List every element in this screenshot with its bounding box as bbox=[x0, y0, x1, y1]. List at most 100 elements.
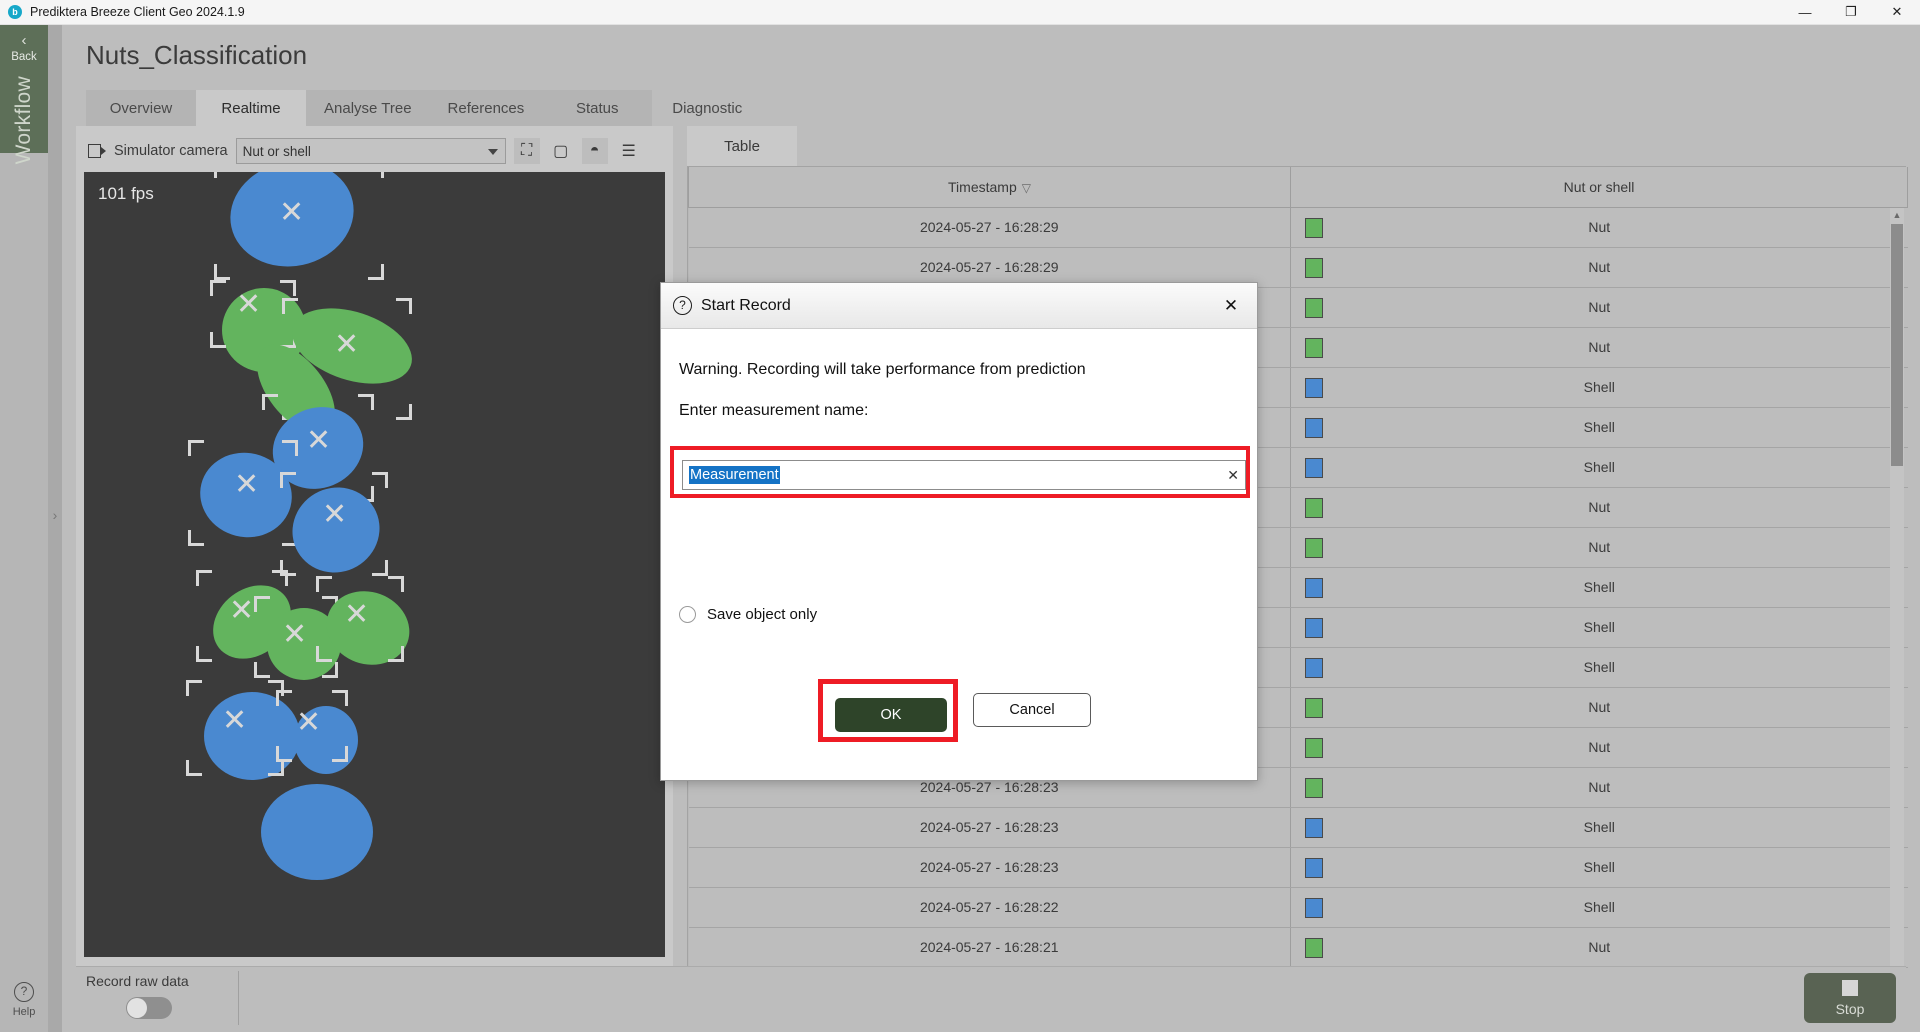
maximize-button[interactable]: ❐ bbox=[1828, 0, 1874, 25]
measurement-name-input[interactable]: Measurement ✕ bbox=[682, 460, 1246, 490]
table-row[interactable]: 2024-05-27 - 16:28:21Nut bbox=[689, 927, 1908, 967]
tab-references[interactable]: References bbox=[430, 90, 543, 126]
class-label: Nut bbox=[1588, 219, 1610, 235]
stop-square-icon bbox=[1842, 980, 1858, 996]
dialog-close-button[interactable]: ✕ bbox=[1217, 292, 1245, 320]
square-icon[interactable]: ▢ bbox=[548, 138, 574, 164]
table-row[interactable]: 2024-05-27 - 16:28:29 Nut bbox=[689, 207, 1908, 247]
cell-timestamp: 2024-05-27 - 16:28:29 bbox=[689, 247, 1291, 287]
tab-analyse-tree[interactable]: Analyse Tree bbox=[306, 90, 430, 126]
class-label: Nut bbox=[1588, 539, 1610, 555]
results-tabs: Table bbox=[687, 126, 797, 166]
stop-button-label: Stop bbox=[1836, 1001, 1865, 1017]
droplet-icon[interactable]: ◓ bbox=[582, 138, 608, 164]
table-row[interactable]: 2024-05-27 - 16:28:29Nut bbox=[689, 247, 1908, 287]
left-rail: ‹ Back Workflow ? Help bbox=[0, 25, 48, 1032]
cell-class: Nut bbox=[1291, 487, 1908, 527]
cell-class: Nut bbox=[1291, 247, 1908, 287]
class-color-swatch bbox=[1305, 458, 1323, 478]
tab-realtime[interactable]: Realtime bbox=[196, 90, 306, 126]
object-marker-x: ✕ bbox=[222, 706, 247, 736]
ok-button[interactable]: OK bbox=[835, 698, 947, 732]
object-marker-x: ✕ bbox=[236, 290, 261, 320]
tab-table[interactable]: Table bbox=[687, 126, 797, 166]
camera-icon bbox=[88, 144, 106, 158]
table-scrollbar[interactable]: ▲ ▼ bbox=[1890, 208, 1904, 978]
cell-class: Shell bbox=[1291, 847, 1908, 887]
app-title: Prediktera Breeze Client Geo 2024.1.9 bbox=[30, 5, 245, 19]
measurement-name-value: Measurement bbox=[689, 466, 780, 484]
record-raw-data-label: Record raw data bbox=[86, 973, 189, 989]
detected-object-blob bbox=[239, 772, 399, 892]
list-icon[interactable]: ☰ bbox=[616, 138, 642, 164]
back-chevron-icon[interactable]: ‹ bbox=[22, 33, 27, 48]
class-label: Shell bbox=[1584, 579, 1615, 595]
class-color-swatch bbox=[1305, 538, 1323, 558]
cell-timestamp: 2024-05-27 - 16:28:21 bbox=[689, 927, 1291, 967]
clear-input-icon[interactable]: ✕ bbox=[1227, 467, 1239, 484]
class-label: Shell bbox=[1584, 419, 1615, 435]
stop-button[interactable]: Stop bbox=[1804, 973, 1896, 1023]
dialog-title: Start Record bbox=[701, 297, 791, 315]
scrollbar-thumb[interactable] bbox=[1891, 224, 1903, 466]
workflow-rail-header[interactable]: ‹ Back Workflow bbox=[0, 25, 48, 153]
toggle-knob bbox=[127, 998, 147, 1018]
class-label: Shell bbox=[1584, 459, 1615, 475]
back-label[interactable]: Back bbox=[11, 51, 37, 63]
cell-class: Nut bbox=[1291, 207, 1908, 247]
save-object-only-radio[interactable] bbox=[679, 606, 696, 623]
model-select[interactable]: Nut or shell bbox=[236, 138, 506, 164]
tab-overview[interactable]: Overview bbox=[86, 90, 196, 126]
tab-diagnostic[interactable]: Diagnostic bbox=[652, 90, 762, 126]
tab-status[interactable]: Status bbox=[542, 90, 652, 126]
object-marker-x: ✕ bbox=[296, 708, 321, 738]
model-select-value: Nut or shell bbox=[243, 144, 311, 159]
app-logo-icon: b bbox=[8, 5, 22, 19]
bottom-bar-divider bbox=[238, 971, 239, 1025]
cancel-button[interactable]: Cancel bbox=[973, 693, 1091, 727]
scroll-up-icon[interactable]: ▲ bbox=[1890, 208, 1904, 222]
table-row[interactable]: 2024-05-27 - 16:28:23Shell bbox=[689, 807, 1908, 847]
class-color-swatch bbox=[1305, 778, 1323, 798]
class-color-swatch bbox=[1305, 298, 1323, 318]
object-marker-x: ✕ bbox=[344, 600, 369, 630]
class-label: Nut bbox=[1588, 339, 1610, 355]
column-header-class[interactable]: Nut or shell bbox=[1291, 167, 1908, 207]
record-raw-data-toggle[interactable] bbox=[126, 997, 172, 1019]
cell-timestamp: 2024-05-27 - 16:28:23 bbox=[689, 847, 1291, 887]
cell-timestamp: 2024-05-27 - 16:28:29 bbox=[689, 207, 1291, 247]
table-row[interactable]: 2024-05-27 - 16:28:22Shell bbox=[689, 887, 1908, 927]
dialog-warning-text: Warning. Recording will take performance… bbox=[679, 361, 1086, 379]
close-button[interactable]: ✕ bbox=[1874, 0, 1920, 25]
table-row[interactable]: 2024-05-27 - 16:28:23Shell bbox=[689, 847, 1908, 887]
column-header-timestamp[interactable]: Timestamp▽ bbox=[689, 167, 1291, 207]
cell-class: Nut bbox=[1291, 527, 1908, 567]
cell-class: Shell bbox=[1291, 567, 1908, 607]
workflow-label[interactable]: Workflow bbox=[12, 76, 36, 164]
application-window: b Prediktera Breeze Client Geo 2024.1.9 … bbox=[0, 0, 1920, 1032]
camera-panel: Simulator camera Nut or shell ⛶ ▢ ◓ ☰ 10… bbox=[76, 126, 673, 981]
object-detect-icon[interactable]: ⛶ bbox=[514, 138, 540, 164]
cell-class: Nut bbox=[1291, 727, 1908, 767]
class-label: Nut bbox=[1588, 499, 1610, 515]
class-color-swatch bbox=[1305, 418, 1323, 438]
cell-timestamp: 2024-05-27 - 16:28:22 bbox=[689, 887, 1291, 927]
page-title: Nuts_Classification bbox=[86, 40, 307, 71]
help-button[interactable]: ? Help bbox=[0, 982, 48, 1018]
class-color-swatch bbox=[1305, 338, 1323, 358]
dialog-title-bar: ? Start Record ✕ bbox=[661, 283, 1257, 329]
object-marker-x: ✕ bbox=[234, 470, 259, 500]
class-label: Nut bbox=[1588, 779, 1610, 795]
class-color-swatch bbox=[1305, 698, 1323, 718]
cell-class: Shell bbox=[1291, 367, 1908, 407]
cell-class: Shell bbox=[1291, 607, 1908, 647]
sort-descending-icon: ▽ bbox=[1022, 181, 1031, 195]
class-label: Nut bbox=[1588, 699, 1610, 715]
minimize-button[interactable]: — bbox=[1782, 0, 1828, 25]
expand-panel-chevron-icon[interactable]: › bbox=[50, 505, 60, 525]
save-object-only-row[interactable]: Save object only bbox=[679, 606, 817, 623]
class-color-swatch bbox=[1305, 378, 1323, 398]
fps-indicator: 101 fps bbox=[98, 184, 154, 204]
cell-class: Nut bbox=[1291, 927, 1908, 967]
camera-view[interactable]: 101 fps ✕ ✕ bbox=[84, 172, 665, 957]
